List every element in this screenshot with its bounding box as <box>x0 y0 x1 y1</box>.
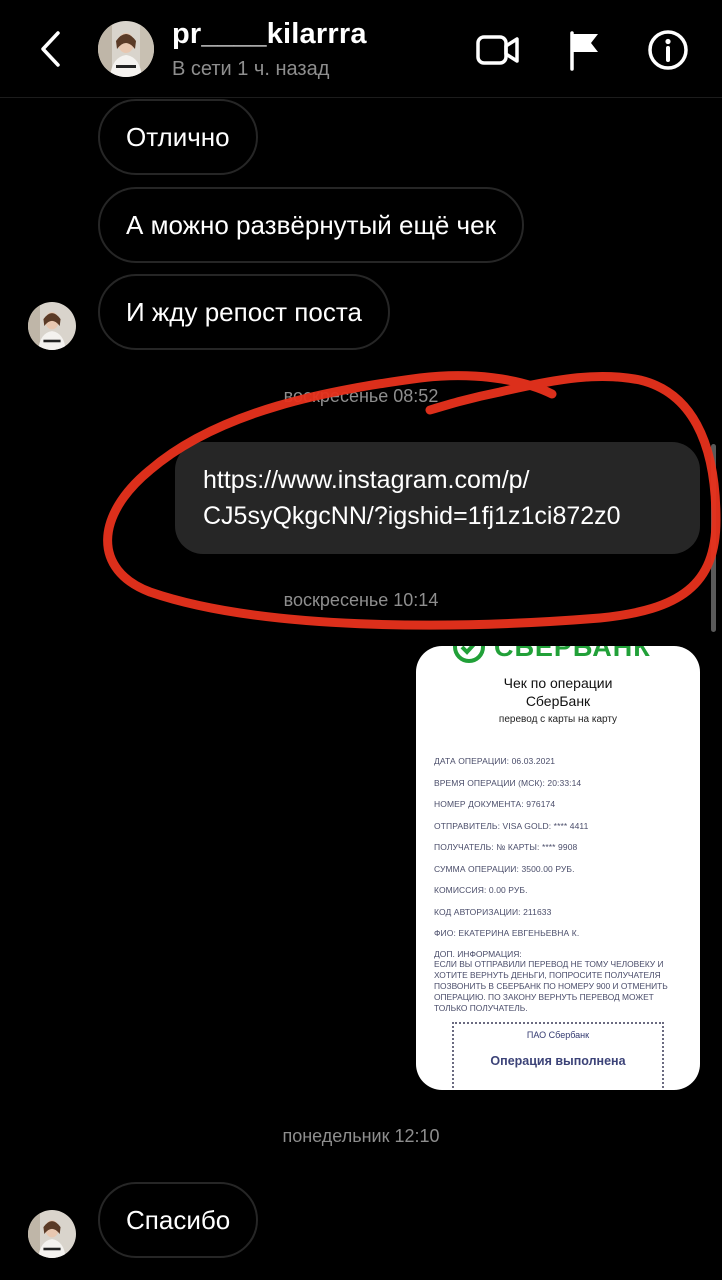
video-call-button[interactable] <box>474 26 522 74</box>
chat-screen: pr____kilarrra В сети 1 ч. назад Отлично <box>0 0 722 1280</box>
receipt-bank-name: ПАО Сбербанк <box>526 1030 590 1040</box>
message-bubble-outgoing-link[interactable]: https://www.instagram.com/p/ CJ5syQkgcNN… <box>175 442 700 554</box>
receipt-field: ВРЕМЯ ОПЕРАЦИИ (МСК): 20:33:14 <box>434 778 582 788</box>
online-status: В сети 1 ч. назад <box>172 58 330 80</box>
video-call-icon <box>476 35 519 65</box>
message-text: А можно развёрнутый ещё чек <box>126 209 496 240</box>
receipt-image[interactable]: СБЕРБАНК Чек по операции СберБанк перево… <box>416 646 700 1090</box>
info-button[interactable] <box>644 26 692 74</box>
receipt-title: Чек по операции СберБанк <box>416 674 700 710</box>
message-timestamp: понедельник 12:10 <box>282 1126 440 1146</box>
receipt-info-label: ДОП. ИНФОРМАЦИЯ: <box>434 949 522 959</box>
receipt-field: КОМИССИЯ: 0.00 РУБ. <box>434 885 528 895</box>
back-button[interactable] <box>30 26 70 72</box>
message-text: Спасибо <box>126 1204 231 1235</box>
header-avatar[interactable] <box>98 21 154 77</box>
scrollbar[interactable] <box>711 444 716 632</box>
receipt-title-line: Чек по операции <box>503 675 613 691</box>
message-timestamp: воскресенье 10:14 <box>283 590 439 610</box>
back-icon <box>41 31 60 67</box>
receipt-field: КОД АВТОРИЗАЦИИ: 211633 <box>434 907 552 917</box>
receipt-field: ОТПРАВИТЕЛЬ: VISA GOLD: **** 4411 <box>434 821 589 831</box>
chat-username[interactable]: pr____kilarrra <box>172 18 367 51</box>
flag-icon <box>570 31 598 71</box>
receipt-info-text: ЕСЛИ ВЫ ОТПРАВИЛИ ПЕРЕВОД НЕ ТОМУ ЧЕЛОВЕ… <box>434 959 668 1013</box>
sender-avatar[interactable] <box>28 1210 76 1258</box>
receipt-stamp: ПАО Сбербанк Операция выполнена <box>452 1022 664 1090</box>
message-text: И жду репост поста <box>126 296 362 327</box>
message-text: Отлично <box>126 121 230 152</box>
message-timestamp: воскресенье 08:52 <box>283 386 439 406</box>
receipt-status: Операция выполнена <box>490 1054 626 1068</box>
info-icon <box>648 30 688 70</box>
receipt-field: СУММА ОПЕРАЦИИ: 3500.00 РУБ. <box>434 864 575 874</box>
chat-header: pr____kilarrra В сети 1 ч. назад <box>0 0 722 98</box>
message-bubble-incoming[interactable]: Спасибо <box>98 1182 259 1258</box>
message-bubble-incoming[interactable]: И жду репост поста <box>98 274 390 350</box>
receipt-subtitle: перевод с карты на карту <box>498 714 618 725</box>
link-text-line2[interactable]: CJ5syQkgcNN/?igshid=1fj1z1ci872z0 <box>203 498 672 534</box>
sberbank-logo-text: СБЕРБАНК <box>494 646 651 662</box>
report-button[interactable] <box>560 26 608 74</box>
check-circle-icon <box>453 646 485 663</box>
message-bubble-incoming[interactable]: А можно развёрнутый ещё чек <box>98 187 524 263</box>
message-bubble-incoming[interactable]: Отлично <box>98 99 258 175</box>
sender-avatar[interactable] <box>28 302 76 350</box>
receipt-field: ДАТА ОПЕРАЦИИ: 06.03.2021 <box>434 756 556 766</box>
link-text-line1[interactable]: https://www.instagram.com/p/ <box>203 462 672 498</box>
receipt-field: НОМЕР ДОКУМЕНТА: 976174 <box>434 799 556 809</box>
receipt-field: ПОЛУЧАТЕЛЬ: № КАРТЫ: **** 9908 <box>434 842 578 852</box>
receipt-field: ФИО: ЕКАТЕРИНА ЕВГЕНЬЕВНА К. <box>434 928 580 938</box>
sberbank-logo: СБЕРБАНК <box>452 646 651 664</box>
receipt-title-line: СберБанк <box>525 693 591 709</box>
